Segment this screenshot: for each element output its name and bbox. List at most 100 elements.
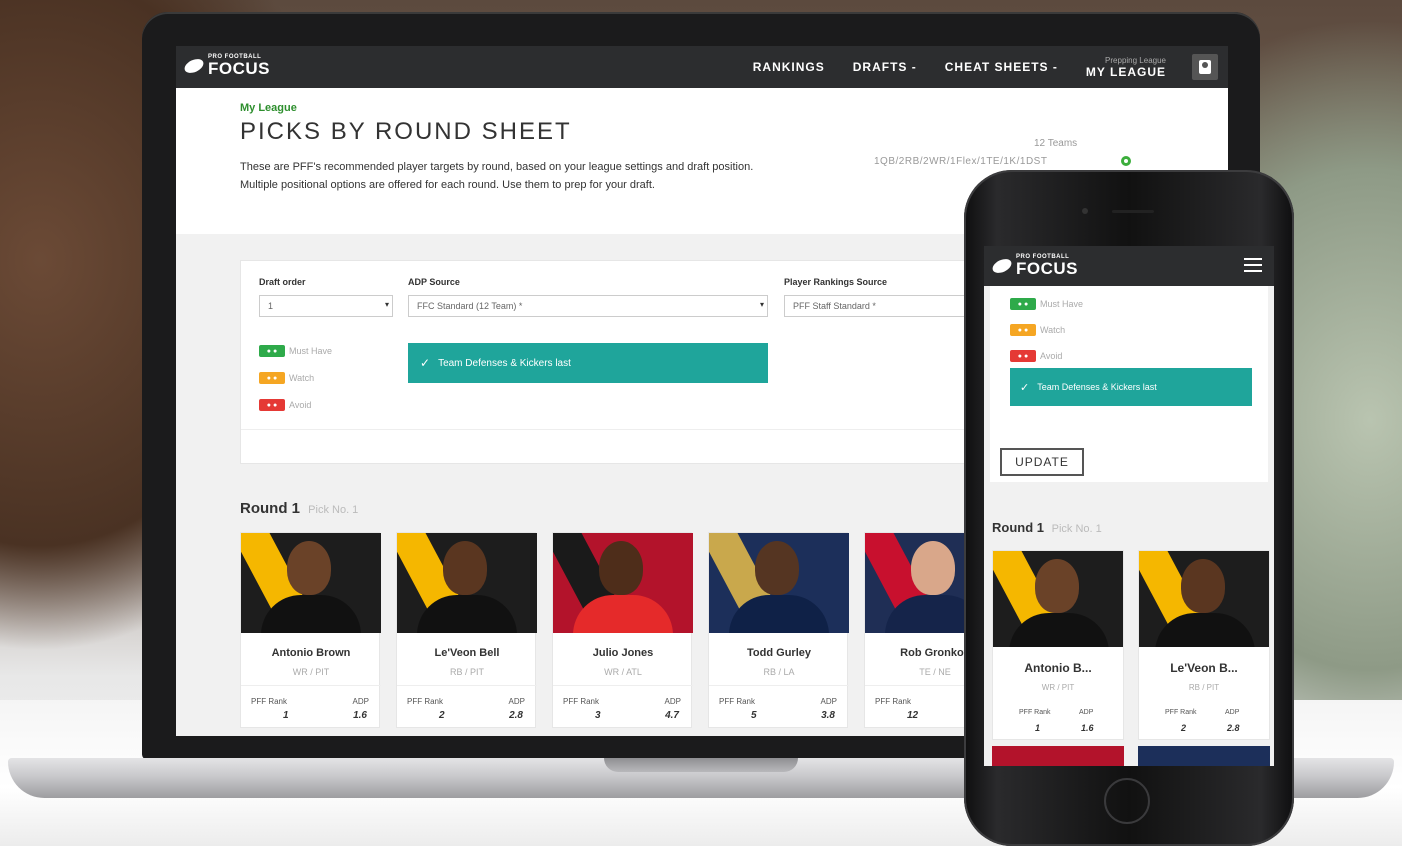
- player-rank: 2: [1181, 723, 1187, 733]
- draft-order-value: 1: [268, 301, 274, 311]
- player-card[interactable]: Le'Veon B... RB / PIT PFF Rank ADP 2 2.8: [1138, 550, 1270, 740]
- round-title: Round 1: [992, 520, 1044, 535]
- player-name: Le'Veon Bell: [434, 647, 500, 659]
- player-card-partial[interactable]: [992, 746, 1124, 766]
- avoid-label: Avoid: [289, 400, 312, 410]
- football-icon: [990, 255, 1014, 276]
- legend-avoid: ● ● Avoid: [1010, 350, 1062, 362]
- mobile-nav: PRO FOOTBALL FOCUS: [984, 246, 1274, 286]
- legend-must-have: ● ● Must Have: [259, 345, 332, 357]
- player-photo: [993, 551, 1123, 647]
- watch-badge: ● ●: [1010, 324, 1036, 336]
- defense-kickers-toggle[interactable]: ✓ Team Defenses & Kickers last: [1010, 368, 1252, 406]
- rankings-source-value: PFF Staff Standard *: [793, 301, 876, 311]
- rank-label: PFF Rank: [563, 697, 600, 706]
- draft-order-label: Draft order: [259, 277, 306, 287]
- round-heading: Round 1 Pick No. 1: [240, 500, 358, 517]
- watch-label: Watch: [289, 373, 315, 383]
- player-photo: [241, 533, 381, 633]
- rank-label: PFF Rank: [1019, 709, 1051, 716]
- round-title: Round 1: [240, 500, 300, 517]
- player-rank: 1: [1035, 723, 1041, 733]
- player-card[interactable]: Julio Jones WR / ATL PFF Rank ADP 3 4.7: [552, 532, 693, 728]
- adp-source-select[interactable]: FFC Standard (12 Team) * ▾: [408, 295, 768, 317]
- rank-label: PFF Rank: [875, 697, 912, 706]
- phone-camera: [1082, 208, 1088, 214]
- pff-logo[interactable]: PRO FOOTBALL FOCUS: [990, 254, 1078, 278]
- player-photo: [553, 533, 693, 633]
- gear-icon[interactable]: [1121, 156, 1131, 166]
- rank-label: PFF Rank: [407, 697, 444, 706]
- player-position: WR / PIT: [292, 667, 330, 677]
- player-card[interactable]: Le'Veon Bell RB / PIT PFF Rank ADP 2 2.8: [396, 532, 537, 728]
- logo-big-text: FOCUS: [208, 59, 270, 78]
- must-have-label: Must Have: [1040, 299, 1084, 309]
- adp-label: ADP: [1079, 709, 1094, 716]
- user-icon: [1199, 60, 1211, 74]
- laptop-notch: [604, 758, 798, 772]
- league-subtitle: Prepping League: [1105, 55, 1166, 65]
- defense-kickers-toggle[interactable]: ✓ Team Defenses & Kickers last: [408, 343, 768, 383]
- rank-label: PFF Rank: [719, 697, 756, 706]
- legend-avoid: ● ● Avoid: [259, 399, 311, 411]
- update-button[interactable]: UPDATE: [1000, 448, 1084, 476]
- menu-icon[interactable]: [1244, 258, 1262, 272]
- dropdown-arrow-icon: ▾: [384, 300, 389, 309]
- dropdown-arrow-icon: ▾: [759, 300, 764, 309]
- breadcrumb[interactable]: My League: [240, 102, 297, 114]
- player-position: WR / ATL: [604, 667, 642, 677]
- nav-drafts[interactable]: DRAFTS -: [853, 60, 917, 74]
- player-card-partial[interactable]: [1138, 746, 1270, 766]
- rank-label: PFF Rank: [1165, 709, 1197, 716]
- player-card[interactable]: Antonio Brown WR / PIT PFF Rank ADP 1 1.…: [240, 532, 381, 728]
- player-rank: 12: [907, 710, 919, 721]
- football-icon: [182, 55, 206, 76]
- toggle-label: Team Defenses & Kickers last: [438, 357, 571, 369]
- player-rank: 2: [439, 710, 445, 721]
- adp-label: ADP: [664, 697, 681, 706]
- avoid-label: Avoid: [1040, 351, 1063, 361]
- page-title: PICKS BY ROUND SHEET: [240, 118, 572, 145]
- player-rank: 1: [283, 710, 289, 721]
- nav-rankings[interactable]: RANKINGS: [753, 60, 825, 74]
- player-card[interactable]: Antonio B... WR / PIT PFF Rank ADP 1 1.6: [992, 550, 1124, 740]
- adp-source-value: FFC Standard (12 Team) *: [417, 301, 523, 311]
- player-position: RB / LA: [763, 667, 795, 677]
- nav-cheat-sheets[interactable]: CHEAT SHEETS -: [945, 60, 1058, 74]
- check-icon: ✓: [1020, 381, 1030, 394]
- rankings-source-select[interactable]: PFF Staff Standard *: [784, 295, 984, 317]
- draft-order-select[interactable]: 1 ▾: [259, 295, 393, 317]
- rank-label: PFF Rank: [251, 697, 288, 706]
- player-name: Todd Gurley: [747, 647, 811, 659]
- toggle-label: Team Defenses & Kickers last: [1037, 382, 1157, 392]
- player-adp: 1.6: [1081, 723, 1094, 733]
- logo-big-text: FOCUS: [1016, 259, 1078, 278]
- player-position: RB / PIT: [1188, 683, 1220, 692]
- check-icon: ✓: [420, 356, 431, 370]
- must-have-badge: ● ●: [259, 345, 285, 357]
- top-nav: PRO FOOTBALL FOCUS RANKINGS DRAFTS - CHE…: [176, 46, 1228, 88]
- player-rank: 5: [751, 710, 757, 721]
- player-adp: 4.7: [665, 710, 679, 721]
- adp-label: ADP: [352, 697, 369, 706]
- player-rank: 3: [595, 710, 601, 721]
- legend-watch: ● ● Watch: [259, 372, 314, 384]
- player-adp: 2.8: [1227, 723, 1240, 733]
- phone-screen: PRO FOOTBALL FOCUS ● ● Must Have ● ● Wat…: [984, 246, 1274, 766]
- adp-label: ADP: [508, 697, 525, 706]
- player-name: Le'Veon B...: [1170, 661, 1238, 675]
- card-divider: [241, 429, 999, 430]
- player-adp: 2.8: [509, 710, 523, 721]
- home-button[interactable]: [1104, 778, 1150, 824]
- pff-logo[interactable]: PRO FOOTBALL FOCUS: [182, 54, 270, 78]
- rankings-source-label: Player Rankings Source: [784, 277, 888, 287]
- player-card[interactable]: Todd Gurley RB / LA PFF Rank ADP 5 3.8: [708, 532, 849, 728]
- account-button[interactable]: [1192, 54, 1218, 80]
- round-pick: Pick No. 1: [308, 504, 359, 516]
- adp-label: ADP: [1225, 709, 1240, 716]
- nav-my-league[interactable]: Prepping League MY LEAGUE: [1086, 56, 1166, 79]
- adp-source-label: ADP Source: [408, 277, 460, 287]
- player-position: WR / PIT: [1041, 683, 1075, 692]
- legend-watch: ● ● Watch: [1010, 324, 1065, 336]
- phone-speaker: [1112, 210, 1154, 213]
